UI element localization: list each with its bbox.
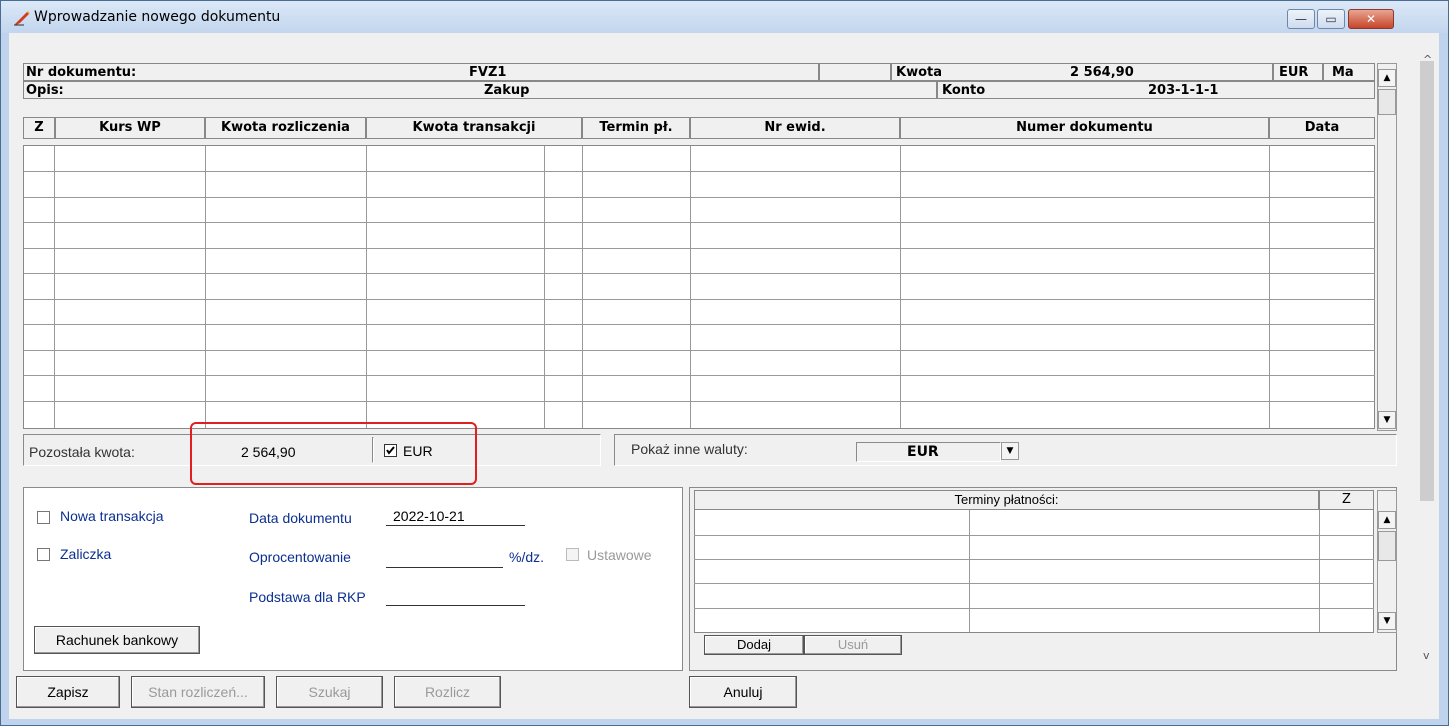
scroll-up-icon[interactable]: ^ [1423,53,1432,66]
table-row[interactable] [24,273,1375,274]
side-cell: Ma [1323,63,1375,81]
grid-col-line [366,146,367,428]
bank-account-button[interactable]: Rachunek bankowy [34,626,200,654]
grid-col-line [582,146,583,428]
checkbox-checked-icon[interactable] [384,444,397,457]
table-row[interactable] [24,197,1375,198]
save-button[interactable]: Zapisz [16,676,120,708]
new-transaction-checkbox[interactable] [37,511,50,524]
column-header-date[interactable]: Data [1269,117,1375,139]
scrollbar-thumb[interactable] [1420,61,1434,501]
interest-field[interactable] [386,567,503,568]
maximize-button[interactable]: ▭ [1317,9,1345,29]
amount-label: Kwota [896,65,943,80]
remaining-amount-label: Pozostała kwota: [29,444,135,460]
window-title: Wprowadzanie nowego dokumentu [34,9,281,25]
payment-terms-z-header: Z [1319,490,1374,510]
grid-col-line [900,146,901,428]
empty-header-cell [819,63,891,81]
amount-value: 2 564,90 [1070,65,1134,80]
dropdown-arrow-icon[interactable]: ▼ [1001,442,1019,460]
pen-icon [14,11,30,26]
grid-col-line [205,146,206,428]
account-value: 203-1-1-1 [1148,83,1219,98]
search-button[interactable]: Szukaj [276,676,383,708]
currency-cell: EUR [1273,63,1323,81]
table-row[interactable] [24,350,1375,351]
document-date-field[interactable]: 2022-10-21 [393,508,465,524]
grid-vertical-scrollbar[interactable] [1377,63,1397,431]
scroll-down-icon[interactable]: v [1423,649,1430,662]
rkp-basis-label: Podstawa dla RKP [249,589,366,605]
grid-col-line [544,146,545,428]
scroll-down-icon[interactable]: ▼ [1378,411,1396,429]
scroll-up-icon[interactable]: ▲ [1378,511,1396,529]
document-date-label: Data dokumentu [249,510,352,526]
scrollbar-thumb[interactable] [1378,531,1396,561]
doc-number-value: FVZ1 [469,65,507,80]
table-row[interactable] [24,299,1375,300]
table-row[interactable] [24,401,1375,402]
settlement-state-button[interactable]: Stan rozliczeń... [131,676,265,708]
table-row[interactable] [24,222,1375,223]
column-header-rate[interactable]: Kurs WP [55,117,205,139]
add-term-button[interactable]: Dodaj [704,635,804,655]
grid-col-line [1319,510,1320,632]
currency-select[interactable]: EUR [856,442,1001,462]
description-row: Opis: Zakup [23,81,937,99]
highlight-box [190,422,477,485]
column-header-register-number[interactable]: Nr ewid. [690,117,900,139]
column-header-document-number[interactable]: Numer dokumentu [900,117,1269,139]
advance-label[interactable]: Zaliczka [60,546,111,562]
title-bar: Wprowadzanie nowego dokumentu — ▭ ✕ [1,1,1448,33]
column-header-due-date[interactable]: Termin pł. [582,117,690,139]
currency-checkbox-label[interactable]: EUR [403,443,433,459]
cancel-button[interactable]: Anuluj [689,676,797,708]
payment-terms-grid[interactable] [694,490,1374,633]
interest-unit: %/dz. [509,549,545,565]
table-row[interactable] [24,248,1375,249]
settle-button[interactable]: Rozlicz [394,676,501,708]
table-row[interactable] [694,608,1374,609]
scroll-up-icon[interactable]: ▲ [1378,69,1396,87]
doc-number-row: Nr dokumentu: FVZ1 [23,63,819,81]
column-header-z[interactable]: Z [23,117,55,139]
minimize-button[interactable]: — [1287,9,1315,29]
grid-col-line [54,146,55,428]
scrollbar-thumb[interactable] [1378,89,1396,115]
column-header-settlement-amount[interactable]: Kwota rozliczenia [205,117,366,139]
amount-cell: Kwota 2 564,90 [891,63,1273,81]
window-vertical-scrollbar[interactable] [1415,51,1439,671]
advance-checkbox[interactable] [37,548,50,561]
grid-col-line [1269,146,1270,428]
new-transaction-label[interactable]: Nowa transakcja [60,508,164,524]
remove-term-button[interactable]: Usuń [804,635,902,655]
table-row[interactable] [24,324,1375,325]
description-value: Zakup [484,83,530,98]
table-row[interactable] [694,583,1374,584]
interest-label: Oprocentowanie [249,549,351,565]
account-label: Konto [942,83,986,98]
account-cell: Konto 203-1-1-1 [937,81,1375,99]
show-other-currencies-label: Pokaż inne waluty: [631,441,748,457]
document-entry-window: Wprowadzanie nowego dokumentu — ▭ ✕ ^ v … [0,0,1449,726]
transactions-grid[interactable] [23,145,1375,429]
document-date-underline [386,525,525,526]
close-button[interactable]: ✕ [1348,9,1394,29]
grid-col-line [969,510,970,632]
statutory-checkbox[interactable] [566,548,579,561]
divider [372,437,374,463]
grid-col-line [690,146,691,428]
statutory-label[interactable]: Ustawowe [587,547,652,563]
table-row[interactable] [24,171,1375,172]
table-row[interactable] [694,559,1374,560]
description-label: Opis: [26,83,64,98]
table-row[interactable] [694,535,1374,536]
payment-terms-header: Terminy płatności: [694,490,1319,510]
scroll-down-icon[interactable]: ▼ [1378,612,1396,630]
column-header-transaction-amount[interactable]: Kwota transakcji [366,117,582,139]
rkp-basis-field[interactable] [386,605,525,606]
table-row[interactable] [24,375,1375,376]
doc-number-label: Nr dokumentu: [26,65,137,80]
